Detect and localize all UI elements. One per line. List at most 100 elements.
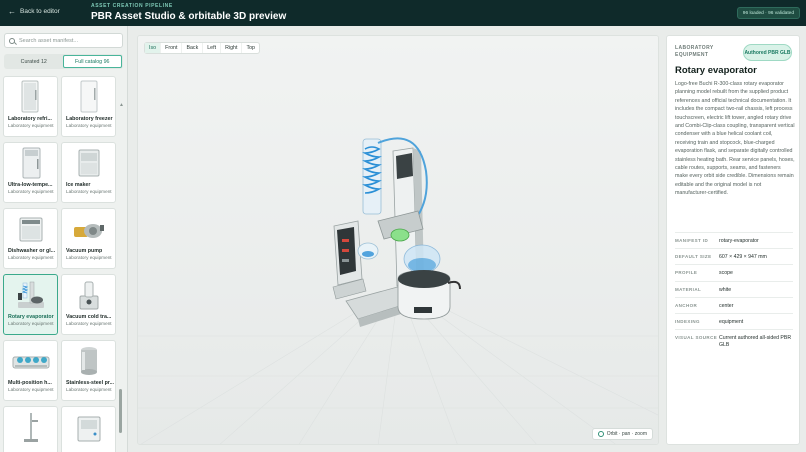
- search-input[interactable]: [19, 37, 119, 44]
- stand-icon: [4, 407, 57, 447]
- view-left-button[interactable]: Left: [203, 43, 222, 53]
- asset-card-ultra-low-temperature-freezer[interactable]: Ultra-low-tempe... Laboratory equipment: [3, 142, 58, 203]
- card-category: Laboratory equipment: [66, 321, 112, 326]
- property-row: PROFILE scope: [675, 264, 793, 280]
- authored-glb-badge: Authored PBR GLB: [743, 44, 792, 61]
- card-name: Vacuum pump: [66, 248, 103, 254]
- property-value: Current authored all-sided PBR GLB: [719, 335, 792, 349]
- asset-card-vacuum-pump[interactable]: Vacuum pump Laboratory equipment: [61, 208, 116, 269]
- property-key: ANCHOR: [675, 302, 698, 308]
- property-key: VISUAL SOURCE: [675, 335, 718, 341]
- property-value: rotary-evaporator: [719, 238, 759, 244]
- asset-card-cabinet[interactable]: [61, 406, 116, 452]
- arrow-left-icon: ←: [8, 6, 16, 16]
- orbit-hint-label: Orbit · pan · zoom: [606, 431, 647, 437]
- property-value: equipment: [719, 318, 744, 325]
- vacuum-pump-icon: [62, 209, 115, 249]
- card-category: Laboratory equipment: [66, 255, 112, 260]
- asset-grid: Laboratory refri... Laboratory equipment…: [3, 76, 117, 452]
- card-category: Laboratory equipment: [8, 321, 54, 326]
- rotary-evaporator-icon: [4, 275, 57, 315]
- camera-view-switcher: Iso Front Back Left Right Top: [144, 42, 260, 54]
- page-title: PBR Asset Studio & orbitable 3D preview: [91, 11, 287, 22]
- fridge-icon: [4, 77, 57, 117]
- asset-name: Rotary evaporator: [675, 65, 757, 76]
- asset-card-stand[interactable]: [3, 406, 58, 452]
- property-value: center: [719, 302, 734, 309]
- property-row: VISUAL SOURCE Current authored all-sided…: [675, 329, 793, 349]
- pressure-vessel-icon: [62, 341, 115, 381]
- ult-freezer-icon: [4, 143, 57, 183]
- view-back-button[interactable]: Back: [182, 43, 204, 53]
- card-name: Laboratory freezer: [66, 116, 113, 122]
- card-name: Ultra-low-tempe...: [8, 182, 53, 188]
- property-row: DEFAULT SIZE 607 × 429 × 947 mm: [675, 248, 793, 264]
- card-category: Laboratory equipment: [8, 123, 54, 128]
- asset-card-ice-maker[interactable]: Ice maker Laboratory equipment: [61, 142, 116, 203]
- view-front-button[interactable]: Front: [161, 43, 183, 53]
- card-category: Laboratory equipment: [66, 189, 112, 194]
- card-name: Multi-position h...: [8, 380, 52, 386]
- card-category: Laboratory equipment: [66, 123, 112, 128]
- property-value: scope: [719, 270, 733, 277]
- cold-trap-icon: [62, 275, 115, 315]
- scrollbar-thumb[interactable]: [119, 389, 122, 433]
- property-key: MANIFEST ID: [675, 238, 709, 243]
- property-key: INDEXING: [675, 318, 700, 324]
- back-to-editor-link[interactable]: ← Back to editor: [8, 6, 60, 16]
- card-name: Vacuum cold tra...: [66, 314, 112, 320]
- card-name: Stainless-steel pr...: [66, 380, 114, 386]
- asset-card-stainless-steel-pressure-vessel[interactable]: Stainless-steel pr... Laboratory equipme…: [61, 340, 116, 401]
- validation-status-badge: 96 loaded · 96 validated: [736, 7, 800, 19]
- cabinet-icon: [62, 407, 115, 447]
- ice-maker-icon: [62, 143, 115, 183]
- back-label: Back to editor: [20, 8, 60, 15]
- asset-category: LABORATORY EQUIPMENT: [675, 45, 714, 58]
- catalog-toggle: Curated 12 Full catalog 96: [4, 54, 123, 69]
- 3d-viewport[interactable]: Iso Front Back Left Right Top Orbit · pa…: [137, 35, 659, 445]
- header-eyebrow: ASSET CREATION PIPELINE: [91, 3, 173, 9]
- tab-curated[interactable]: Curated 12: [5, 55, 63, 68]
- property-key: PROFILE: [675, 270, 698, 276]
- hotplate-icon: [4, 341, 57, 381]
- asset-card-laboratory-refrigerator[interactable]: Laboratory refri... Laboratory equipment: [3, 76, 58, 137]
- asset-details-panel: LABORATORY EQUIPMENT Authored PBR GLB Ro…: [666, 35, 800, 445]
- card-category: Laboratory equipment: [66, 387, 112, 392]
- property-key: DEFAULT SIZE: [675, 254, 712, 260]
- scroll-up-icon[interactable]: ▲: [119, 102, 124, 108]
- tab-full-catalog[interactable]: Full catalog 96: [62, 55, 122, 68]
- card-category: Laboratory equipment: [8, 387, 54, 392]
- asset-properties: MANIFEST ID rotary-evaporator DEFAULT SI…: [675, 232, 793, 349]
- card-name: Rotary evaporator: [8, 314, 54, 320]
- sidebar-scrollbar[interactable]: ▲ ▼: [119, 102, 124, 452]
- rotary-evaporator-model[interactable]: [318, 131, 498, 361]
- asset-card-vacuum-cold-trap[interactable]: Vacuum cold tra... Laboratory equipment: [61, 274, 116, 335]
- card-name: Dishwasher or gl...: [8, 248, 56, 254]
- asset-card-laboratory-freezer[interactable]: Laboratory freezer Laboratory equipment: [61, 76, 116, 137]
- asset-card-multi-position-hotplate[interactable]: Multi-position h... Laboratory equipment: [3, 340, 58, 401]
- asset-card-dishwasher[interactable]: Dishwasher or gl... Laboratory equipment: [3, 208, 58, 269]
- dishwasher-icon: [4, 209, 57, 249]
- search-box[interactable]: [4, 33, 123, 48]
- search-icon: [9, 37, 15, 44]
- property-value: 607 × 429 × 947 mm: [719, 254, 767, 261]
- app-header: ← Back to editor ASSET CREATION PIPELINE…: [0, 0, 806, 26]
- asset-card-rotary-evaporator[interactable]: Rotary evaporator Laboratory equipment: [3, 274, 58, 335]
- asset-description: Logo-free Buchi R-300-class rotary evapo…: [675, 81, 795, 197]
- property-key: MATERIAL: [675, 286, 702, 292]
- property-row: ANCHOR center: [675, 296, 793, 313]
- view-iso-button[interactable]: Iso: [145, 43, 162, 53]
- orbit-hint: Orbit · pan · zoom: [591, 428, 653, 440]
- orbit-icon: [597, 431, 604, 437]
- card-category: Laboratory equipment: [8, 255, 54, 260]
- card-name: Ice maker: [66, 182, 91, 188]
- asset-sidebar: Curated 12 Full catalog 96 Laboratory re…: [0, 26, 128, 452]
- card-name: Laboratory refri...: [8, 116, 52, 122]
- view-top-button[interactable]: Top: [242, 43, 259, 53]
- freezer-icon: [62, 77, 115, 117]
- property-row: MATERIAL white: [675, 280, 793, 297]
- property-row: INDEXING equipment: [675, 312, 793, 329]
- property-row: MANIFEST ID rotary-evaporator: [675, 232, 793, 248]
- card-category: Laboratory equipment: [8, 189, 54, 194]
- view-right-button[interactable]: Right: [221, 43, 243, 53]
